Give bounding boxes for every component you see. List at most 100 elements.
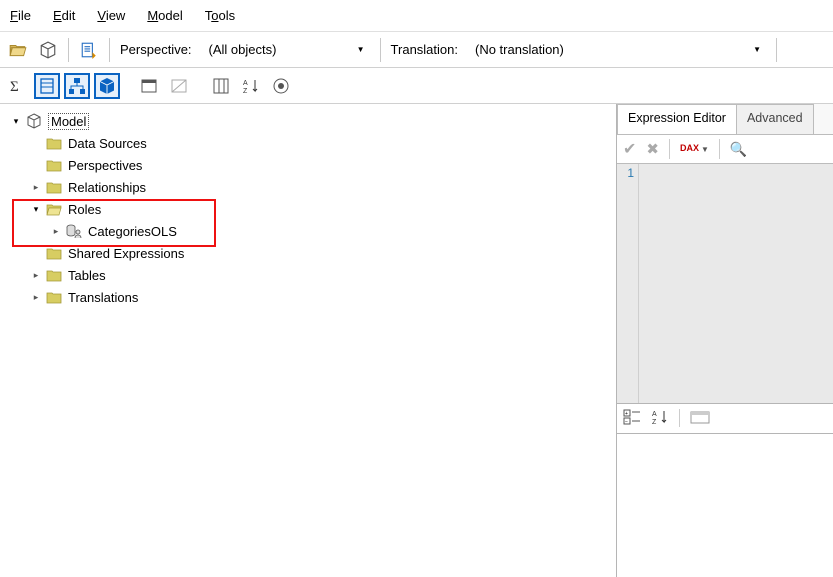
tree-label: CategoriesOLS [88,224,177,239]
tree-item-translations[interactable]: ▸ Translations [4,286,612,308]
menu-model[interactable]: Model [147,8,182,23]
accept-button[interactable]: ✔ [623,139,636,159]
tree-root-model[interactable]: ▾ Model [4,110,612,132]
chevron-down-icon: ▼ [357,45,365,54]
tree-label: Data Sources [68,136,147,151]
open-folder-icon [9,41,27,59]
menu-bar: File Edit View Model Tools [0,0,833,32]
window-icon [140,77,158,95]
tree-item-roles[interactable]: ▾ Roles [4,198,612,220]
folder-icon [46,157,64,173]
perspective-value: (All objects) [209,42,277,57]
script-icon [80,41,98,59]
right-pane: Expression Editor Advanced ✔ ✖ DAX ▼ 🔍 1… [616,104,833,577]
folder-icon [46,289,64,305]
categorized-button[interactable]: +− [623,409,641,428]
editor-gutter: 1 [617,164,639,403]
view-toolbar: Σ AZ [0,68,833,104]
editor-text-area[interactable] [639,164,833,403]
tree-item-relationships[interactable]: ▸ Relationships [4,176,612,198]
main-toolbar: Perspective: (All objects) ▼ Translation… [0,32,833,68]
columns-icon [212,77,230,95]
expander-icon[interactable]: ▸ [30,270,42,281]
tree-view-button[interactable] [64,73,90,99]
menu-edit[interactable]: Edit [53,8,75,23]
property-pages-button[interactable] [690,410,710,427]
translation-label: Translation: [391,42,458,57]
expander-icon[interactable]: ▾ [10,116,22,127]
perspective-combo[interactable]: (All objects) ▼ [202,38,372,62]
menu-view[interactable]: View [97,8,125,23]
list-view-button[interactable] [34,73,60,99]
script-button[interactable] [77,38,101,62]
hidden-objects-button[interactable] [166,73,192,99]
svg-text:A: A [243,80,248,87]
tree-pane: ▾ Model Data Sources Perspectives [0,104,616,577]
separator [679,409,680,427]
tree-item-tables[interactable]: ▸ Tables [4,264,612,286]
svg-text:Z: Z [652,419,657,425]
chevron-down-icon: ▼ [753,45,761,54]
pages-icon [690,410,710,424]
tab-advanced[interactable]: Advanced [736,104,814,134]
perspective-label: Perspective: [120,42,192,57]
separator [669,139,670,159]
display-folders-button[interactable] [136,73,162,99]
sigma-icon: Σ [8,77,26,95]
right-tabs: Expression Editor Advanced [617,104,833,134]
toolbar-separator [776,38,777,62]
folder-icon [46,267,64,283]
eye-icon [272,77,290,95]
folder-icon [46,135,64,151]
categorized-icon: +− [623,409,641,425]
translation-value: (No translation) [475,42,564,57]
tree-label: Relationships [68,180,146,195]
all-objects-button[interactable] [94,73,120,99]
cube-filled-icon [98,77,116,95]
search-button[interactable]: 🔍 [730,141,747,158]
show-button[interactable] [268,73,294,99]
expression-editor-area[interactable]: 1 [617,164,833,404]
tree-item-data-sources[interactable]: Data Sources [4,132,612,154]
expander-icon[interactable]: ▸ [30,292,42,303]
tree-label: Tables [68,268,106,283]
expander-icon[interactable]: ▾ [30,204,42,215]
chevron-down-icon: ▼ [701,145,709,154]
columns-button[interactable] [208,73,234,99]
property-toolbar: +− AZ [617,404,833,434]
open-folder-button[interactable] [6,38,30,62]
sort-az-icon: AZ [242,77,260,95]
expression-toolbar: ✔ ✖ DAX ▼ 🔍 [617,134,833,164]
measures-view-button[interactable]: Σ [4,73,30,99]
expander-icon[interactable]: ▸ [30,182,42,193]
model-tree[interactable]: ▾ Model Data Sources Perspectives [4,110,612,308]
toolbar-separator [68,38,69,62]
cube-icon [39,41,57,59]
translation-combo[interactable]: (No translation) ▼ [468,38,768,62]
tree-label: Roles [68,202,101,217]
folder-open-icon [46,201,64,217]
tree-item-perspectives[interactable]: Perspectives [4,154,612,176]
tree-item-shared-expressions[interactable]: Shared Expressions [4,242,612,264]
model-cube-icon [26,113,44,129]
folder-icon [46,245,64,261]
alphabetical-button[interactable]: AZ [651,409,669,428]
property-grid[interactable] [617,434,833,577]
separator [719,139,720,159]
hidden-icon [170,77,188,95]
expander-icon[interactable]: ▸ [50,226,62,237]
svg-text:A: A [652,411,657,418]
main-area: ▾ Model Data Sources Perspectives [0,104,833,577]
svg-text:+: + [625,411,628,417]
svg-text:Σ: Σ [10,79,19,95]
sort-az-button[interactable]: AZ [238,73,264,99]
sort-az-icon: AZ [651,409,669,425]
cancel-button[interactable]: ✖ [646,140,659,158]
tree-item-categoriesols[interactable]: ▸ CategoriesOLS [4,220,612,242]
deploy-button[interactable] [36,38,60,62]
menu-tools[interactable]: Tools [205,8,235,23]
menu-file[interactable]: File [10,8,31,23]
dax-dropdown[interactable]: DAX ▼ [680,145,709,154]
toolbar-separator [109,38,110,62]
tab-expression-editor[interactable]: Expression Editor [617,104,737,134]
